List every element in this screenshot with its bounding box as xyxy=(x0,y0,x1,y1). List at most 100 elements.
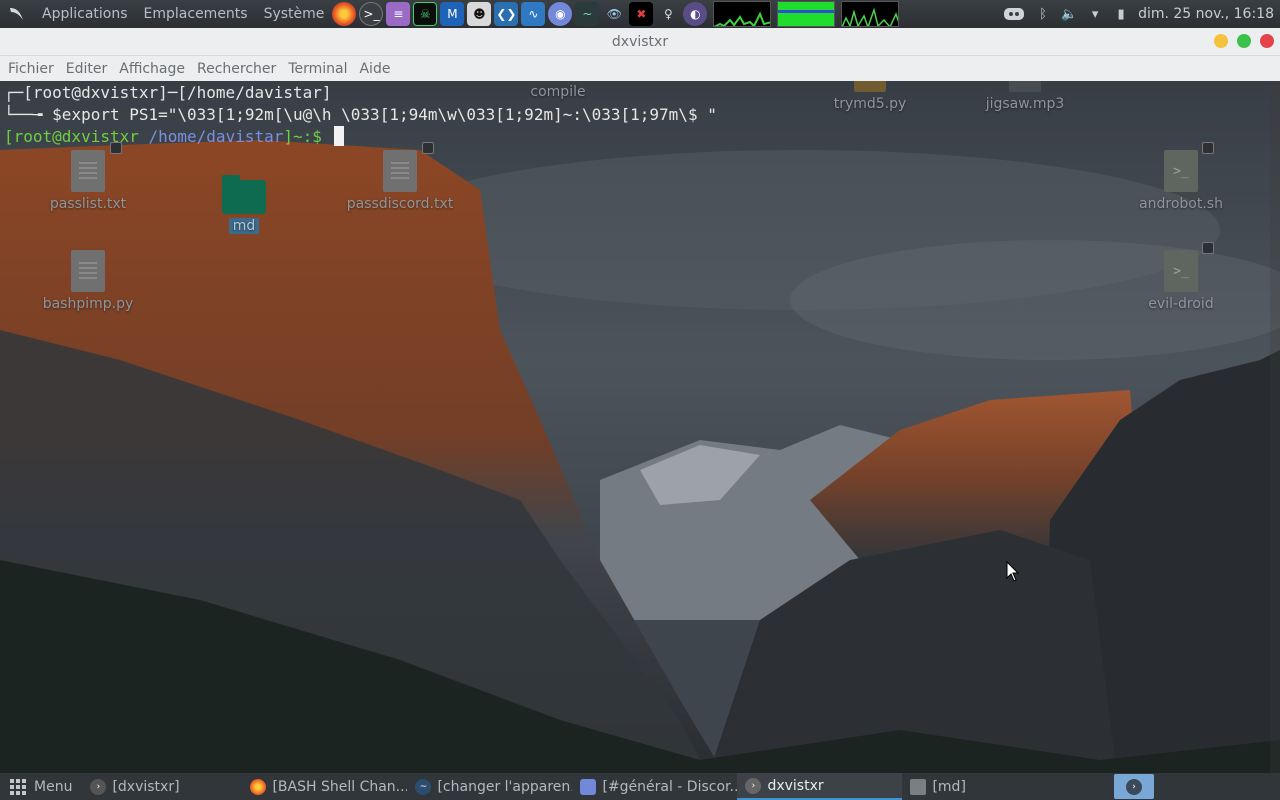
wifi-icon[interactable]: ▾ xyxy=(1086,5,1104,23)
skull-icon[interactable]: ✖ xyxy=(629,2,654,26)
terminal-icon[interactable]: >_ xyxy=(359,2,384,26)
cpu-graph xyxy=(713,1,772,27)
task-label: [dxvistxr] xyxy=(112,778,180,795)
terminal-icon: › xyxy=(90,778,107,795)
malwarebytes-icon[interactable]: M xyxy=(440,2,465,26)
task-label: [md] xyxy=(932,778,966,795)
kali-dragon-icon[interactable]: ~ xyxy=(575,2,600,26)
hacker-app-icon[interactable]: ☠ xyxy=(413,2,438,26)
system-menu[interactable]: Système xyxy=(256,6,333,22)
terminal-output[interactable]: ┌─[root@dxvistxr]─[/home/davistar] └──╼ … xyxy=(4,82,717,148)
prompt-path: /home/davistar xyxy=(148,127,284,146)
task-firefox[interactable]: [BASH Shell Chan... xyxy=(242,773,407,800)
launcher-bar: >_ ≡ ☠ M ☻ ❮❯ ∿ ◉ ~ 👁 ✖ ♀ ◐ xyxy=(332,1,900,27)
shell-script-icon: >_ xyxy=(1164,150,1198,192)
lock-icon xyxy=(1202,242,1214,254)
desktop-icon-label: passlist.txt xyxy=(49,196,127,212)
task-terminal-active[interactable]: › dxvistxr xyxy=(737,773,903,800)
lock-icon xyxy=(1202,142,1214,154)
prompt-user-host: [root@dxvistxr xyxy=(4,127,149,146)
task-terminal-dxvistxr[interactable]: › [dxvistxr] xyxy=(82,773,242,800)
clock[interactable]: dim. 25 nov., 16:18 xyxy=(1138,6,1274,22)
terminal-icon: › xyxy=(1126,778,1142,795)
desktop-icon-label: passdiscord.txt xyxy=(346,196,454,212)
desktop-icon-evil-droid[interactable]: >_ evil-droid xyxy=(1126,242,1236,312)
desktop-icon-label: evil-droid xyxy=(1148,296,1214,312)
memory-graph xyxy=(777,1,836,27)
task-label: dxvistxr xyxy=(767,777,824,794)
window-title: dxvistxr xyxy=(611,33,669,50)
desktop-icon-trymd5[interactable]: trymd5.py xyxy=(815,78,925,112)
anonymous-mask-icon[interactable]: ☻ xyxy=(467,2,492,26)
discord-icon[interactable]: ◉ xyxy=(548,2,573,26)
menu-editer[interactable]: Editer xyxy=(60,61,113,77)
folder-icon xyxy=(222,175,266,214)
top-panel: Applications Emplacements Système >_ ≡ ☠… xyxy=(0,0,1280,28)
lightbulb-icon[interactable]: ♀ xyxy=(656,2,680,26)
terminal-menubar: Fichier Editer Affichage Rechercher Term… xyxy=(0,56,1280,81)
vscode-icon[interactable]: ❮❯ xyxy=(494,2,519,26)
desktop-icon-jigsaw[interactable]: jigsaw.mp3 xyxy=(970,78,1080,112)
terminal-prompt-line: [root@dxvistxr /home/davistar]~:$ xyxy=(4,126,717,148)
network-graph xyxy=(841,1,900,27)
terminal-icon: › xyxy=(745,777,762,794)
places-menu[interactable]: Emplacements xyxy=(136,6,256,22)
text-editor-icon[interactable]: ≡ xyxy=(386,2,411,26)
firefox-icon[interactable] xyxy=(332,2,357,26)
python-file-icon xyxy=(71,250,105,292)
desktop-icon-passdiscord[interactable]: passdiscord.txt xyxy=(345,142,455,212)
menu-affichage[interactable]: Affichage xyxy=(113,61,191,77)
firefox-icon xyxy=(250,778,267,795)
bluetooth-icon[interactable]: ᛒ xyxy=(1034,5,1052,23)
taskbar-right: › xyxy=(1114,774,1280,799)
desktop-icon-label: jigsaw.mp3 xyxy=(985,96,1065,112)
workspace-switcher-button[interactable]: › xyxy=(1114,774,1154,799)
battery-icon[interactable]: ▮ xyxy=(1112,5,1130,23)
task-label: [BASH Shell Chan... xyxy=(272,778,408,795)
mouse-pointer-icon xyxy=(1006,561,1020,582)
window-controls xyxy=(1214,34,1274,48)
terminal-line-1: ┌─[root@dxvistxr]─[/home/davistar] xyxy=(4,83,332,102)
close-button[interactable] xyxy=(1260,34,1274,48)
volume-icon[interactable]: 🔈 xyxy=(1060,5,1078,23)
maximize-button[interactable] xyxy=(1237,34,1251,48)
menu-terminal[interactable]: Terminal xyxy=(282,61,353,77)
menu-rechercher[interactable]: Rechercher xyxy=(191,61,282,77)
moon-icon[interactable]: ◐ xyxy=(683,2,708,26)
window-titlebar[interactable]: dxvistxr xyxy=(0,28,1280,56)
text-file-icon xyxy=(383,150,417,192)
desktop-icon-label: trymd5.py xyxy=(833,96,907,112)
terminal-line-2-prefix: └──╼ xyxy=(4,105,53,124)
desktop-icon-label: md xyxy=(228,218,260,234)
eye-icon[interactable]: 👁 xyxy=(602,2,626,26)
applications-menu[interactable]: Applications xyxy=(34,6,136,22)
desktop-icon-label: bashpimp.py xyxy=(42,296,134,312)
menu-aide[interactable]: Aide xyxy=(353,61,396,77)
start-menu-button[interactable]: Menu xyxy=(0,773,82,800)
system-tray: ᛒ 🔈 ▾ ▮ dim. 25 nov., 16:18 xyxy=(1002,5,1280,23)
terminal-command: $export PS1="\033[1;92m[\u@\h \033[1;94m… xyxy=(52,105,717,124)
text-file-icon xyxy=(71,150,105,192)
task-folder-md[interactable]: [md] xyxy=(902,773,1067,800)
minimize-button[interactable] xyxy=(1214,34,1228,48)
desktop-icon-androbot[interactable]: >_ androbot.sh xyxy=(1126,142,1236,212)
kali-dragon-logo-icon[interactable] xyxy=(0,0,34,28)
desktop-icon-md[interactable]: md xyxy=(189,175,299,234)
desktop-icon-passlist[interactable]: passlist.txt xyxy=(33,142,143,212)
discord-tray-icon[interactable] xyxy=(1002,5,1026,23)
task-kali-tweaks[interactable]: ~ [changer l'apparen... xyxy=(407,773,572,800)
task-discord[interactable]: [#général - Discor... xyxy=(572,773,737,800)
apps-grid-icon xyxy=(10,778,26,795)
task-label: [#général - Discor... xyxy=(602,778,738,795)
folder-icon xyxy=(910,778,927,795)
start-menu-label: Menu xyxy=(34,778,73,795)
shell-script-icon: >_ xyxy=(1164,250,1198,292)
wireshark-icon[interactable]: ∿ xyxy=(521,2,546,26)
menu-fichier[interactable]: Fichier xyxy=(2,61,60,77)
task-label: [changer l'apparen... xyxy=(437,778,573,795)
desktop-icon-label: androbot.sh xyxy=(1139,196,1223,212)
desktop-icon-bashpimp[interactable]: bashpimp.py xyxy=(33,250,143,312)
terminal-scrollbar[interactable] xyxy=(1270,81,1280,773)
bottom-taskbar: Menu › [dxvistxr] [BASH Shell Chan... ~ … xyxy=(0,773,1280,800)
terminal-cursor xyxy=(333,126,344,146)
